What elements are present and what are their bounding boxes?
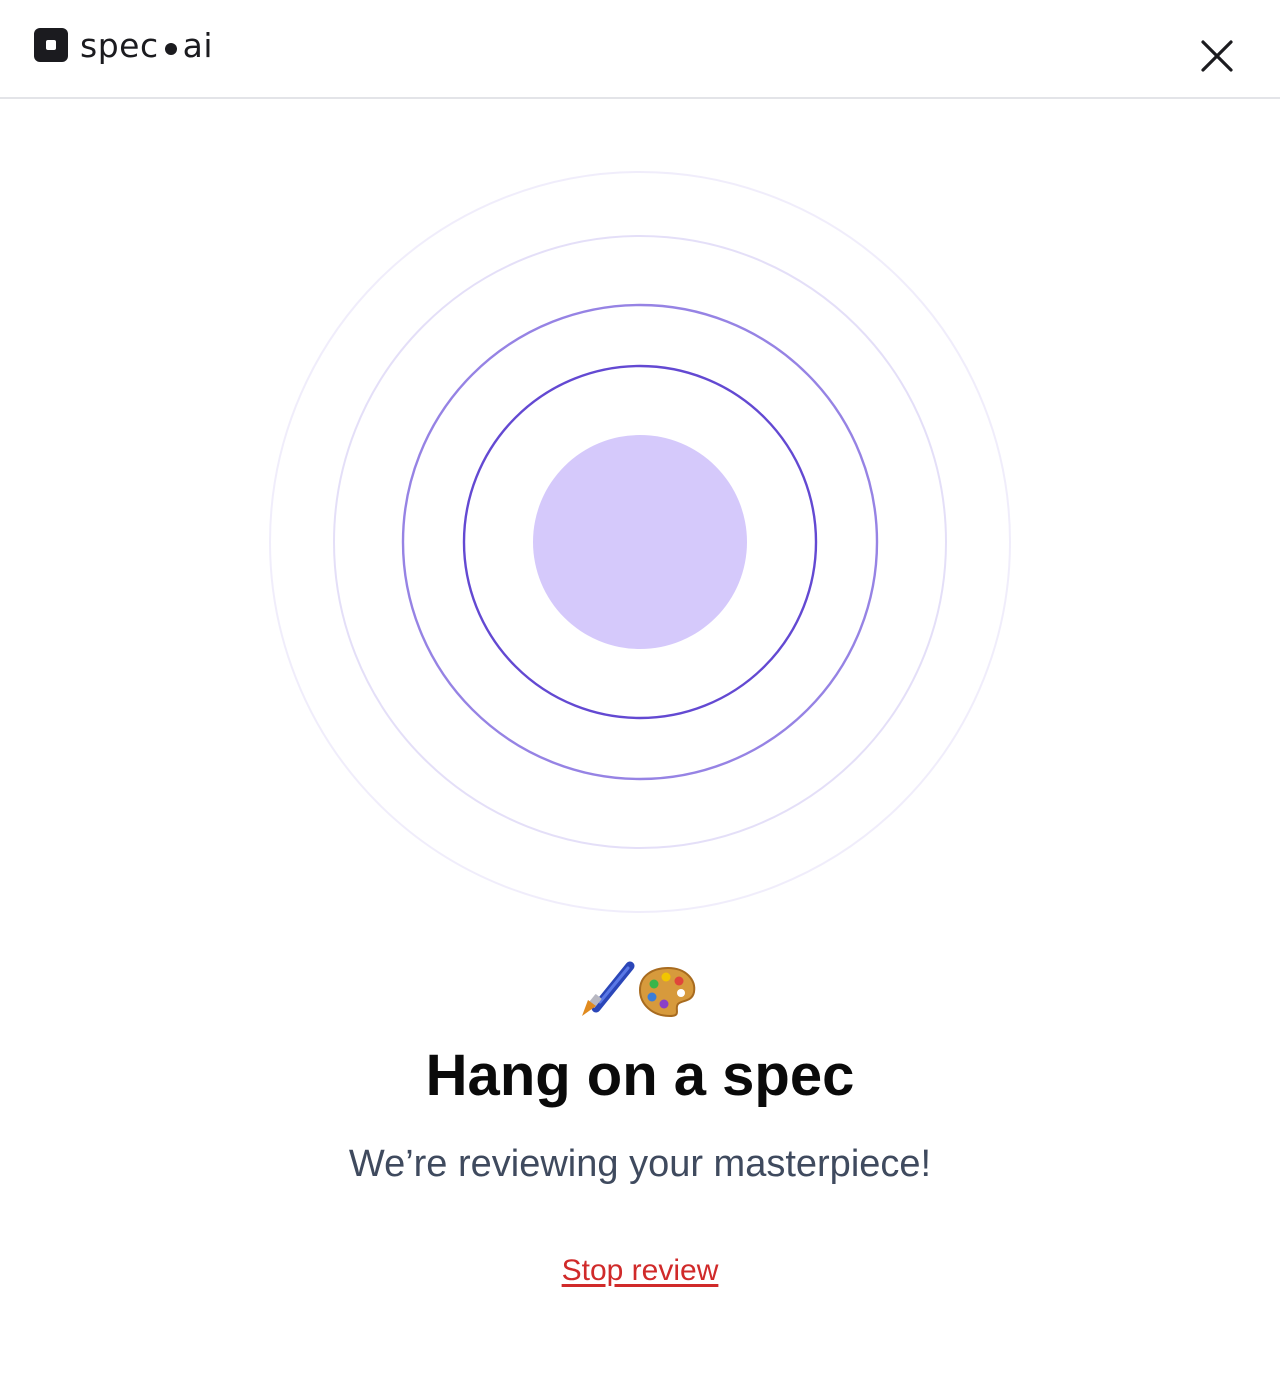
emoji-icons [582, 961, 696, 1018]
logo-dot [164, 42, 177, 55]
emoji-row [0, 958, 1280, 1023]
logo-text: spec ai [80, 29, 213, 62]
palette-icon [638, 966, 696, 1018]
logo-mark-icon [34, 28, 68, 62]
header-bar: spec ai [0, 0, 1280, 99]
paintbrush-icon [582, 961, 635, 1016]
logo-text-ai: ai [182, 25, 213, 65]
stop-review-link[interactable]: Stop review [562, 1254, 719, 1287]
loading-core [533, 435, 747, 649]
page-subtitle: We’re reviewing your masterpiece! [348, 1143, 932, 1185]
spec-ai-logo: spec ai [34, 22, 213, 68]
page-title: Hang on a spec [425, 1043, 855, 1108]
close-button[interactable] [1195, 34, 1239, 78]
logo-text-spec: spec [80, 25, 159, 65]
close-icon [1201, 40, 1233, 72]
loading-rings [269, 171, 1011, 913]
stop-review-container: Stop review [0, 1252, 1280, 1290]
